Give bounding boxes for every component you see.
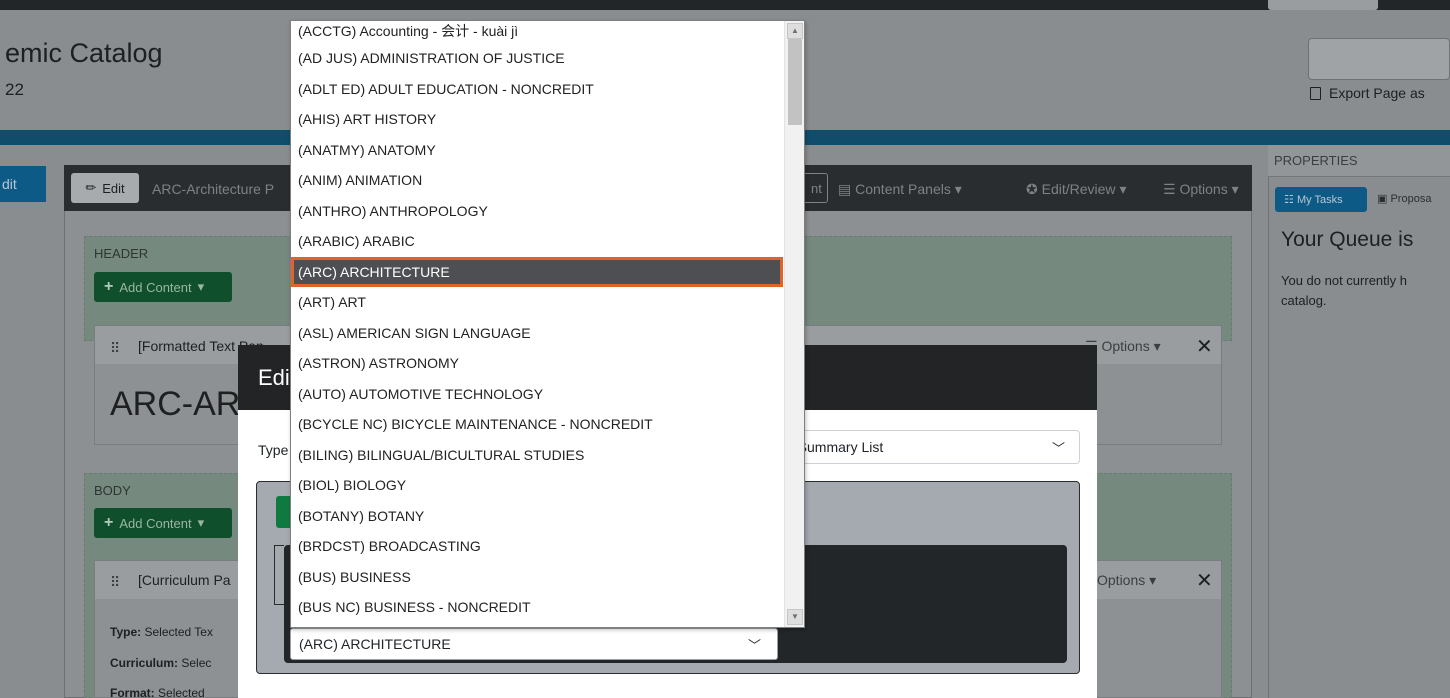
scrollbar-thumb[interactable]: [788, 39, 802, 125]
edit-button[interactable]: ✏ Edit: [71, 173, 139, 203]
top-navbar-tab[interactable]: [1268, 0, 1378, 10]
dropdown-option[interactable]: (ARABIC) ARABIC: [291, 226, 783, 257]
dropdown-options: (ACCTG) Accounting - 会计 - kuài jì (AD JUS…: [291, 21, 783, 623]
dropdown-option[interactable]: (BOTANY) BOTANY: [291, 501, 783, 532]
users-icon: ✪: [1026, 181, 1038, 197]
chevron-down-icon: ﹀: [1051, 441, 1065, 456]
dropdown-option[interactable]: (ART) ART: [291, 287, 783, 318]
dropdown-option[interactable]: (AUTO) AUTOMOTIVE TECHNOLOGY: [291, 379, 783, 410]
plus-icon: +: [104, 514, 114, 531]
field-label: Format:: [110, 686, 155, 698]
clipboard-icon: ▣: [1377, 193, 1388, 205]
close-icon[interactable]: ✕: [1196, 568, 1213, 593]
scroll-up-icon[interactable]: ▲: [787, 23, 803, 39]
chevron-down-icon: ﹀: [747, 638, 761, 653]
subject-select[interactable]: (ARC) ARCHITECTURE ﹀: [290, 628, 778, 660]
dropdown-option[interactable]: (ASL) AMERICAN SIGN LANGUAGE: [291, 318, 783, 349]
curriculum-panel-title: [Curriculum Pa: [138, 572, 231, 588]
caret-down-icon: ▾: [197, 515, 205, 530]
header-region-label: HEADER: [94, 246, 149, 261]
drag-handle-icon[interactable]: ⠿: [110, 340, 120, 357]
left-edit-button[interactable]: dit: [0, 166, 46, 202]
formatted-panel-options-label: Options: [1101, 338, 1150, 354]
top-navbar: [0, 0, 1450, 10]
edit-button-label: Edit: [102, 180, 125, 196]
scroll-down-icon[interactable]: ▼: [787, 609, 803, 625]
field-curriculum: Curriculum: Selec: [110, 656, 211, 670]
caret-down-icon: ▾: [954, 181, 962, 197]
dropdown-option[interactable]: (BIOL) BIOLOGY: [291, 470, 783, 501]
subject-select-value: (ARC) ARCHITECTURE: [299, 636, 451, 652]
header-add-content-button[interactable]: + Add Content ▾: [94, 272, 232, 302]
edit-review-menu[interactable]: ✪ Edit/Review ▾: [1026, 181, 1126, 198]
dropdown-option[interactable]: (ASTRON) ASTRONOMY: [291, 348, 783, 379]
export-pdf-link[interactable]: Export Page as: [1310, 85, 1425, 101]
dropdown-option[interactable]: (BUS) BUSINESS: [291, 562, 783, 593]
sliders-icon: ☰: [1163, 181, 1176, 197]
type-label: Type: [258, 442, 289, 458]
plus-icon: +: [104, 278, 114, 295]
config-green-button[interactable]: [276, 496, 290, 528]
export-label: Export Page as: [1329, 85, 1425, 101]
field-label: Type:: [110, 625, 142, 639]
page-subtitle: 22: [5, 80, 24, 99]
dropdown-option[interactable]: (BILING) BILINGUAL/BICULTURAL STUDIES: [291, 440, 783, 471]
tab-my-tasks-label: My Tasks: [1296, 194, 1343, 206]
add-content-label: Add Content: [119, 515, 192, 531]
queue-text: You do not currently h catalog.: [1281, 273, 1407, 308]
pencil-icon: ✏: [85, 180, 97, 195]
dropdown-option[interactable]: (ADLT ED) ADULT EDUCATION - NONCREDIT: [291, 74, 783, 105]
page-title: emic Catalog: [5, 38, 163, 68]
dropdown-option[interactable]: (ACCTG) Accounting - 会计 - kuài jì: [291, 21, 783, 43]
curriculum-panel-options-label: Options: [1097, 572, 1146, 588]
caret-down-icon: ▾: [1153, 338, 1161, 354]
field-value: Selected: [158, 686, 205, 698]
dropdown-option[interactable]: (ANATMY) ANATOMY: [291, 135, 783, 166]
queue-title: Your Queue is: [1281, 228, 1414, 251]
caret-down-icon: ▾: [197, 279, 205, 294]
tab-proposals[interactable]: ▣ Proposa: [1377, 192, 1431, 205]
close-icon[interactable]: ✕: [1196, 334, 1213, 359]
config-outline: [274, 545, 284, 605]
dropdown-scrollbar[interactable]: ▲ ▼: [784, 21, 804, 627]
caret-down-icon: ▾: [1231, 181, 1239, 197]
dropdown-option[interactable]: (AHIS) ART HISTORY: [291, 104, 783, 135]
field-type: Type: Selected Tex: [110, 625, 213, 639]
content-panels-label: Content Panels: [855, 181, 951, 197]
field-label: Curriculum:: [110, 656, 179, 670]
dropdown-option[interactable]: (BUS NC) BUSINESS - NONCREDIT: [291, 592, 783, 623]
dropdown-option[interactable]: (BRDCST) BROADCASTING: [291, 531, 783, 562]
dropdown-option[interactable]: (AD JUS) ADMINISTRATION OF JUSTICE: [291, 43, 783, 74]
content-panels-menu[interactable]: ▤ Content Panels ▾: [838, 181, 962, 198]
properties-header: PROPERTIES: [1268, 145, 1450, 177]
list-icon: ☷: [1284, 194, 1294, 206]
dropdown-option[interactable]: (BCYCLE NC) BICYCLE MAINTENANCE - NONCRE…: [291, 409, 783, 440]
options-label: Options: [1179, 181, 1228, 197]
search-input[interactable]: [1308, 38, 1450, 80]
dropdown-option-selected[interactable]: (ARC) ARCHITECTURE: [291, 256, 783, 287]
field-format: Format: Selected: [110, 686, 205, 698]
tab-my-tasks[interactable]: ☷ My Tasks: [1275, 187, 1367, 212]
caret-down-icon: ▾: [1149, 572, 1157, 588]
edit-review-label: Edit/Review: [1041, 181, 1116, 197]
add-content-label: Add Content: [119, 279, 192, 295]
body-region-label: BODY: [94, 483, 131, 498]
body-add-content-button[interactable]: + Add Content ▾: [94, 508, 232, 538]
breadcrumb: ARC-Architecture P: [152, 181, 275, 197]
dropdown-option[interactable]: (ANTHRO) ANTHROPOLOGY: [291, 196, 783, 227]
tab-proposals-label: Proposa: [1390, 193, 1432, 205]
subject-dropdown-list[interactable]: (ACCTG) Accounting - 会计 - kuài jì (AD JUS…: [290, 20, 805, 628]
type-select[interactable]: e Summary List ﹀: [785, 430, 1080, 464]
curriculum-panel-options[interactable]: Options ▾: [1097, 572, 1156, 589]
drag-handle-icon[interactable]: ⠿: [110, 574, 120, 591]
caret-down-icon: ▾: [1119, 181, 1127, 197]
field-value: Selec: [181, 656, 212, 670]
field-value: Selected Tex: [144, 625, 213, 639]
dropdown-option[interactable]: (ANIM) ANIMATION: [291, 165, 783, 196]
options-menu[interactable]: ☰ Options ▾: [1163, 181, 1239, 198]
pdf-icon: [1310, 86, 1321, 100]
panels-icon: ▤: [838, 181, 852, 197]
